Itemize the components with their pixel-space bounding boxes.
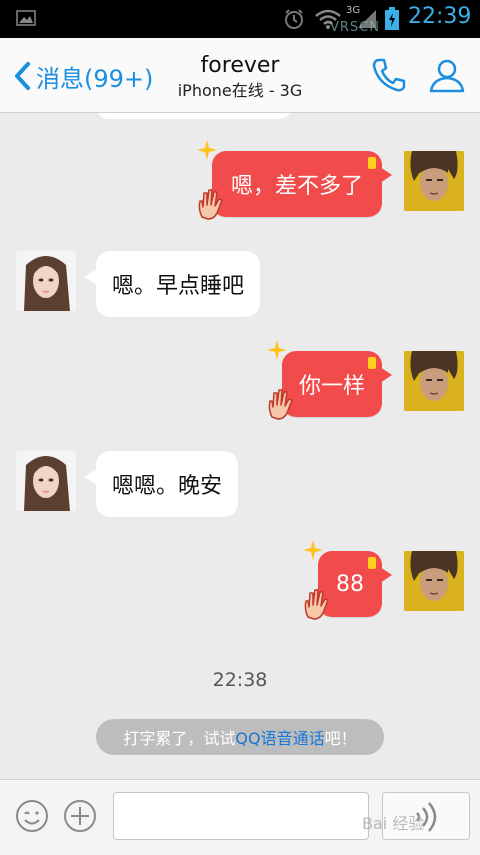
message-bubble[interactable]: 嗯。早点睡吧 [84, 251, 261, 317]
contact-title: forever iPhone在线 - 3G [140, 52, 340, 102]
contact-avatar-image [16, 251, 76, 311]
contact-status: iPhone在线 - 3G [177, 81, 303, 100]
message-bubble[interactable]: 嗯嗯。晚安 [84, 451, 239, 517]
alarm-icon [285, 9, 303, 29]
avatar[interactable] [16, 451, 76, 511]
hand-icon [304, 589, 329, 620]
watermark: VRSCN [330, 20, 380, 35]
self-avatar-image [404, 351, 464, 411]
avatar[interactable] [404, 551, 464, 611]
message-text: 嗯。早点睡吧 [112, 274, 245, 299]
message-bubble[interactable]: 嗯，差不多了 [212, 151, 392, 217]
message-text: 你一样 [298, 374, 365, 399]
hand-icon [198, 189, 223, 220]
message-text: 嗯嗯。晚安 [112, 474, 223, 499]
contact-profile-icon[interactable] [428, 56, 466, 94]
emoji-icon[interactable] [14, 798, 50, 834]
avatar[interactable] [16, 251, 76, 311]
phone-call-icon[interactable] [370, 56, 408, 94]
bubble-tag-icon [368, 157, 376, 169]
message-timestamp: 22:38 [212, 669, 268, 691]
message-bubble[interactable]: 你一样 [282, 351, 392, 417]
voice-call-link[interactable]: QQ语音通话 [235, 725, 324, 749]
self-avatar-image [404, 151, 464, 211]
self-avatar-image [404, 551, 464, 611]
bubble-tag-icon [368, 557, 376, 569]
chat-header: 消息(99+) forever iPhone在线 - 3G [0, 38, 480, 113]
back-label: 消息(99+) [36, 64, 154, 93]
back-button[interactable]: 消息(99+) [12, 58, 153, 94]
message-text: 88 [336, 571, 364, 597]
message-input[interactable] [113, 792, 369, 840]
hand-icon [268, 389, 293, 420]
bubble-tag-icon [368, 357, 376, 369]
avatar[interactable] [404, 151, 464, 211]
status-bar: 3G 22:39 VRSCN [0, 0, 480, 38]
avatar[interactable] [404, 351, 464, 411]
input-bar: Bai 经验 [0, 779, 480, 855]
voice-call-hint[interactable]: 打字累了，试试 QQ语音通话 吧！ [96, 719, 384, 755]
gallery-icon [16, 10, 36, 26]
contact-avatar-image [16, 451, 76, 511]
contact-name: forever [200, 53, 280, 78]
clock: 22:39 [408, 4, 472, 29]
plus-icon[interactable] [62, 798, 98, 834]
chevron-left-icon [15, 62, 30, 90]
battery-icon [385, 7, 399, 30]
watermark: Bai 经验 [362, 814, 425, 833]
message-text: 嗯，差不多了 [230, 174, 363, 199]
hint-suffix: 吧！ [324, 729, 357, 748]
message-list[interactable]: 嗯，差不多了 嗯。早点睡吧 你一样 嗯嗯。晚安 88 22:38 打字累了，试试… [0, 113, 480, 779]
hint-prefix: 打字累了，试试 [123, 729, 236, 748]
previous-message-bubble [96, 113, 292, 119]
